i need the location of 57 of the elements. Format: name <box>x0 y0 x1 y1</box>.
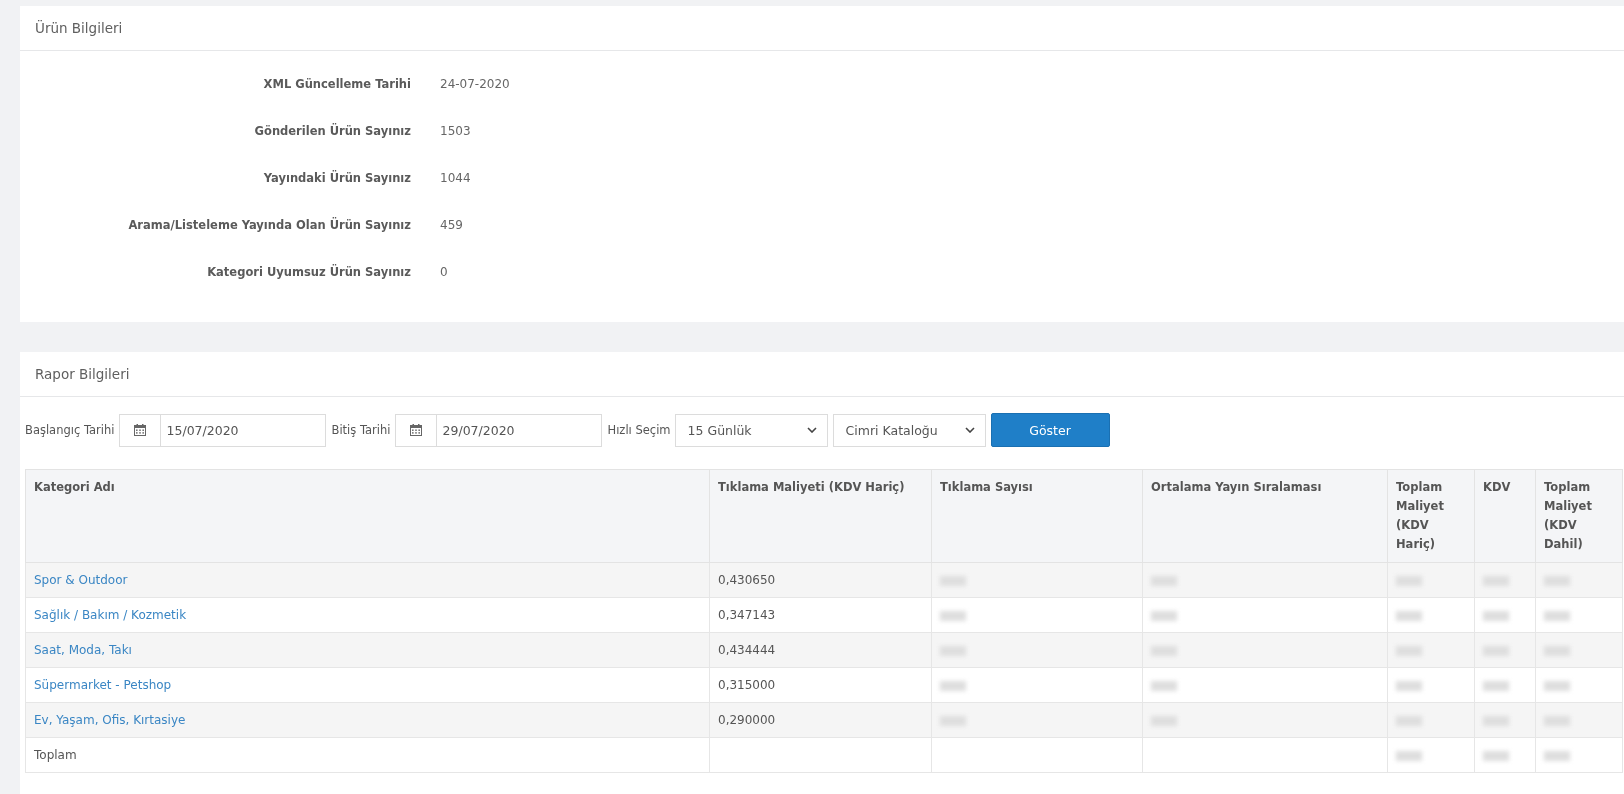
field-value: 24-07-2020 <box>440 76 510 91</box>
calendar-icon <box>409 424 422 436</box>
filter-label: Hızlı Seçim <box>607 423 671 437</box>
table-cell: 0,430650 <box>709 562 932 598</box>
column-header: Kategori Adı <box>25 469 710 563</box>
filter-label: Bitiş Tarihi <box>331 423 391 437</box>
filter-label: Başlangıç Tarihi <box>25 423 115 437</box>
field-value: 1503 <box>440 123 471 138</box>
blurred-value <box>1396 750 1422 761</box>
table-cell: 0,434444 <box>709 632 932 668</box>
blurred-value <box>1544 750 1570 761</box>
field-label: XML Güncelleme Tarihi <box>262 76 411 91</box>
section-title: Rapor Bilgileri <box>35 366 130 382</box>
calendar-icon <box>133 424 146 436</box>
field-label: Kategori Uyumsuz Ürün Sayınız <box>206 264 411 279</box>
chevron-down-icon <box>964 427 975 433</box>
blurred-value <box>1544 610 1570 621</box>
category-link[interactable]: Ev, Yaşam, Ofis, Kırtasiye <box>34 713 186 727</box>
calendar-button[interactable] <box>394 413 436 447</box>
field-label: Arama/Listeleme Yayında Olan Ürün Sayınız <box>127 217 411 232</box>
field-label: Gönderilen Ürün Sayınız <box>253 123 411 138</box>
field-value: 1044 <box>440 170 471 185</box>
show-button[interactable]: Göster <box>990 413 1110 447</box>
table-cell: 0,290000 <box>709 702 932 738</box>
dropdown[interactable]: 15 Günlük <box>674 413 828 447</box>
category-link[interactable]: Spor & Outdoor <box>34 573 128 587</box>
table-cell: 0,315000 <box>709 667 932 703</box>
date-field[interactable]: 29/07/2020 <box>435 413 602 447</box>
blurred-value <box>1151 610 1177 621</box>
section-title: Ürün Bilgileri <box>35 20 123 36</box>
blurred-value <box>1151 680 1177 691</box>
blurred-value <box>1544 680 1570 691</box>
column-header: KDV <box>1474 469 1536 563</box>
table-cell: Toplam <box>25 737 710 773</box>
blurred-value <box>1483 680 1509 691</box>
category-link[interactable]: Sağlık / Bakım / Kozmetik <box>34 608 187 622</box>
category-link[interactable]: Süpermarket - Petshop <box>34 678 172 692</box>
blurred-value <box>1396 610 1422 621</box>
chevron-down-icon <box>806 427 817 433</box>
field-value: 0 <box>440 264 448 279</box>
blurred-value <box>1396 680 1422 691</box>
column-header: Tıklama Sayısı <box>931 469 1143 563</box>
date-field[interactable]: 15/07/2020 <box>159 413 326 447</box>
column-header: Tıklama Maliyeti (KDV Hariç) <box>709 469 932 563</box>
blurred-value <box>940 610 966 621</box>
blurred-value <box>940 680 966 691</box>
column-header: Toplam Maliyet (KDV Dahil) <box>1535 469 1623 563</box>
column-header: Ortalama Yayın Sıralaması <box>1142 469 1388 563</box>
category-link[interactable]: Saat, Moda, Takı <box>34 643 132 657</box>
calendar-button[interactable] <box>118 413 160 447</box>
blurred-value <box>1483 610 1509 621</box>
field-label: Yayındaki Ürün Sayınız <box>262 170 411 185</box>
field-value: 459 <box>440 217 463 232</box>
blurred-value <box>1483 750 1509 761</box>
column-header: Toplam Maliyet (KDV Hariç) <box>1387 469 1475 563</box>
table-cell: 0,347143 <box>709 597 932 633</box>
dropdown[interactable]: Cimri Kataloğu <box>832 413 986 447</box>
